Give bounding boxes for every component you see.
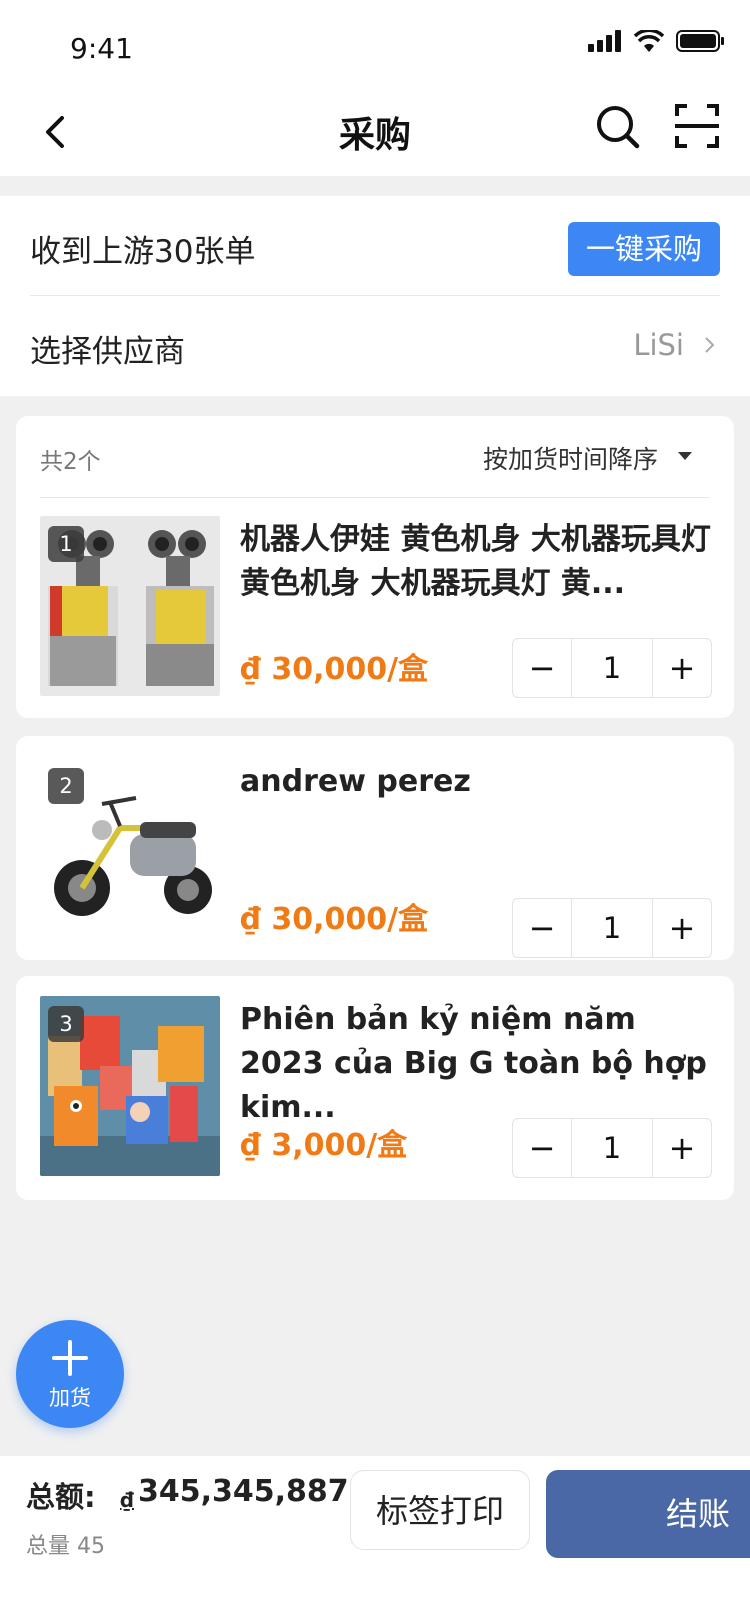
signal-icon <box>588 30 621 52</box>
product-image-robot[interactable]: 1 <box>40 516 220 696</box>
supplier-value: LiSi <box>633 328 684 362</box>
total-amount: 345,345,887 <box>138 1474 349 1509</box>
upstream-orders-row: 收到上游30张单 一键采购 <box>30 196 720 296</box>
add-goods-button[interactable]: 加货 <box>16 1320 124 1428</box>
add-goods-label: 加货 <box>49 1386 91 1410</box>
minus-icon[interactable]: − <box>513 899 571 957</box>
plus-icon <box>52 1340 88 1376</box>
quantity-stepper: − 1 + <box>512 1118 712 1178</box>
item-count: 共2个 <box>40 449 101 475</box>
product-name[interactable]: 机器人伊娃 黄色机身 大机器玩具灯 黄色机身 大机器玩具灯 黄... <box>240 518 712 606</box>
nav-bar: 采购 <box>0 88 750 176</box>
quantity-input[interactable]: 1 <box>571 639 653 697</box>
list-header: 共2个 按加货时间降序 <box>40 416 710 498</box>
product-image-scooter[interactable]: 2 <box>40 758 220 938</box>
currency-symbol: ₫ <box>120 1488 134 1512</box>
plus-icon[interactable]: + <box>653 899 711 957</box>
quantity-stepper: − 1 + <box>512 898 712 958</box>
wifi-icon <box>634 30 664 52</box>
item-index-badge: 2 <box>48 768 84 804</box>
total-quantity: 总量 45 <box>26 1534 105 1559</box>
plus-icon[interactable]: + <box>653 639 711 697</box>
supplier-label: 选择供应商 <box>30 334 185 370</box>
minus-icon[interactable]: − <box>513 1119 571 1177</box>
chevron-right-icon <box>705 337 715 353</box>
one-click-purchase-button[interactable]: 一键采购 <box>568 222 720 276</box>
product-name[interactable]: Phiên bản kỷ niệm năm 2023 của Big G toà… <box>240 998 712 1130</box>
product-card: 3 Phiên bản kỷ niệm năm 2023 của Big G t… <box>16 976 734 1200</box>
status-time: 9:41 <box>70 32 133 65</box>
item-index-badge: 3 <box>48 1006 84 1042</box>
upstream-orders-label: 收到上游30张单 <box>30 234 256 270</box>
product-name[interactable]: andrew perez <box>240 760 712 804</box>
sort-dropdown[interactable]: 按加货时间降序 <box>483 440 658 476</box>
product-price: ₫ 3,000/盒 <box>240 1128 408 1163</box>
print-label-button[interactable]: 标签打印 <box>350 1470 530 1550</box>
quantity-input[interactable]: 1 <box>571 899 653 957</box>
caret-down-icon[interactable] <box>678 452 692 460</box>
search-icon[interactable] <box>595 104 641 150</box>
battery-icon <box>676 30 724 52</box>
total-label: 总额: <box>26 1480 96 1514</box>
product-card: 2 andrew perez ₫ 30,000/盒 − 1 + <box>16 736 734 960</box>
status-bar: 9:41 <box>0 0 750 88</box>
product-image-paper-toys[interactable]: 3 <box>40 996 220 1176</box>
quantity-stepper: − 1 + <box>512 638 712 698</box>
product-price: ₫ 30,000/盒 <box>240 902 429 937</box>
product-price: ₫ 30,000/盒 <box>240 652 429 687</box>
checkout-bar: 总额: ₫ 345,345,887 总量 45 标签打印 结账 <box>0 1456 750 1624</box>
item-index-badge: 1 <box>48 526 84 562</box>
scan-icon[interactable] <box>675 104 719 148</box>
minus-icon[interactable]: − <box>513 639 571 697</box>
plus-icon[interactable]: + <box>653 1119 711 1177</box>
supplier-select-row[interactable]: 选择供应商 LiSi <box>30 296 720 396</box>
checkout-button[interactable]: 结账 <box>546 1470 750 1558</box>
order-header-card: 收到上游30张单 一键采购 选择供应商 LiSi <box>0 196 750 396</box>
quantity-input[interactable]: 1 <box>571 1119 653 1177</box>
product-list-card: 共2个 按加货时间降序 1 机器人伊娃 黄色机身 大机器玩具灯 黄色机身 大机器… <box>16 416 734 718</box>
